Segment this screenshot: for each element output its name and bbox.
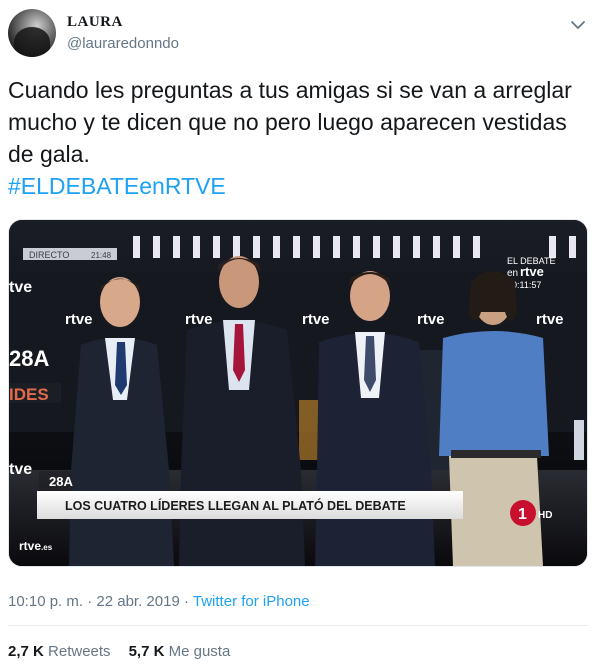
- likes-label: Me gusta: [168, 643, 231, 660]
- tweet-media-image[interactable]: DIRECTO 21:48 EL DEBATE en rtve 00:11:57…: [8, 219, 588, 567]
- tv-screenshot: DIRECTO 21:48 EL DEBATE en rtve 00:11:57…: [9, 220, 587, 566]
- left-edge-brand: tve: [9, 279, 32, 296]
- tweet-stats: 2,7 K Retweets 5,7 K Me gusta: [8, 643, 230, 660]
- meta-separator: ·: [87, 593, 93, 610]
- wall-brand: rtve: [65, 311, 93, 328]
- wall-brand: rtve: [417, 311, 445, 328]
- tweet-text-line: mucho y te dicen que no pero luego apare…: [8, 109, 567, 135]
- chevron-down-icon[interactable]: [569, 16, 587, 34]
- live-label: DIRECTO: [29, 250, 69, 260]
- corner-brand: rtve: [520, 264, 544, 279]
- user-handle[interactable]: @lauraredonndo: [67, 35, 179, 52]
- left-ides: IDES: [9, 385, 49, 404]
- divider: [8, 625, 588, 626]
- retweets-label: Retweets: [48, 643, 111, 660]
- hashtag-link[interactable]: #ELDEBATEenRTVE: [8, 173, 226, 199]
- channel-hd: HD: [538, 510, 552, 521]
- tweet-source-link[interactable]: Twitter for iPhone: [193, 593, 310, 610]
- tweet-meta: 10:10 p. m. · 22 abr. 2019 · Twitter for…: [8, 593, 310, 610]
- tweet-date[interactable]: 22 abr. 2019: [96, 593, 179, 610]
- user-avatar[interactable]: [8, 9, 56, 57]
- retweets-count: 2,7 K: [8, 643, 44, 660]
- tweet-time[interactable]: 10:10 p. m.: [8, 593, 83, 610]
- left-edge-brand-2: tve: [9, 461, 32, 478]
- tweet-text-line: Cuando les preguntas a tus amigas si se …: [8, 77, 572, 103]
- meta-separator: ·: [183, 593, 189, 610]
- retweets-stat[interactable]: 2,7 K Retweets: [8, 643, 111, 660]
- likes-stat[interactable]: 5,7 K Me gusta: [129, 643, 231, 660]
- avatar-silhouette: [14, 27, 50, 57]
- left-28a: 28A: [9, 346, 49, 371]
- user-display-name[interactable]: LAURA: [67, 14, 123, 31]
- wall-brand: rtve: [302, 311, 330, 328]
- tweet-text-line: de gala.: [8, 141, 90, 167]
- wall-brand: rtve: [536, 311, 564, 328]
- live-time: 21:48: [91, 251, 112, 260]
- tweet-text: Cuando les preguntas a tus amigas si se …: [8, 74, 583, 202]
- likes-count: 5,7 K: [128, 643, 165, 660]
- lower-third-headline: LOS CUATRO LÍDERES LLEGAN AL PLATÓ DEL D…: [65, 498, 406, 513]
- channel-number: 1: [518, 506, 527, 523]
- lower-third-small: 28A: [49, 474, 73, 489]
